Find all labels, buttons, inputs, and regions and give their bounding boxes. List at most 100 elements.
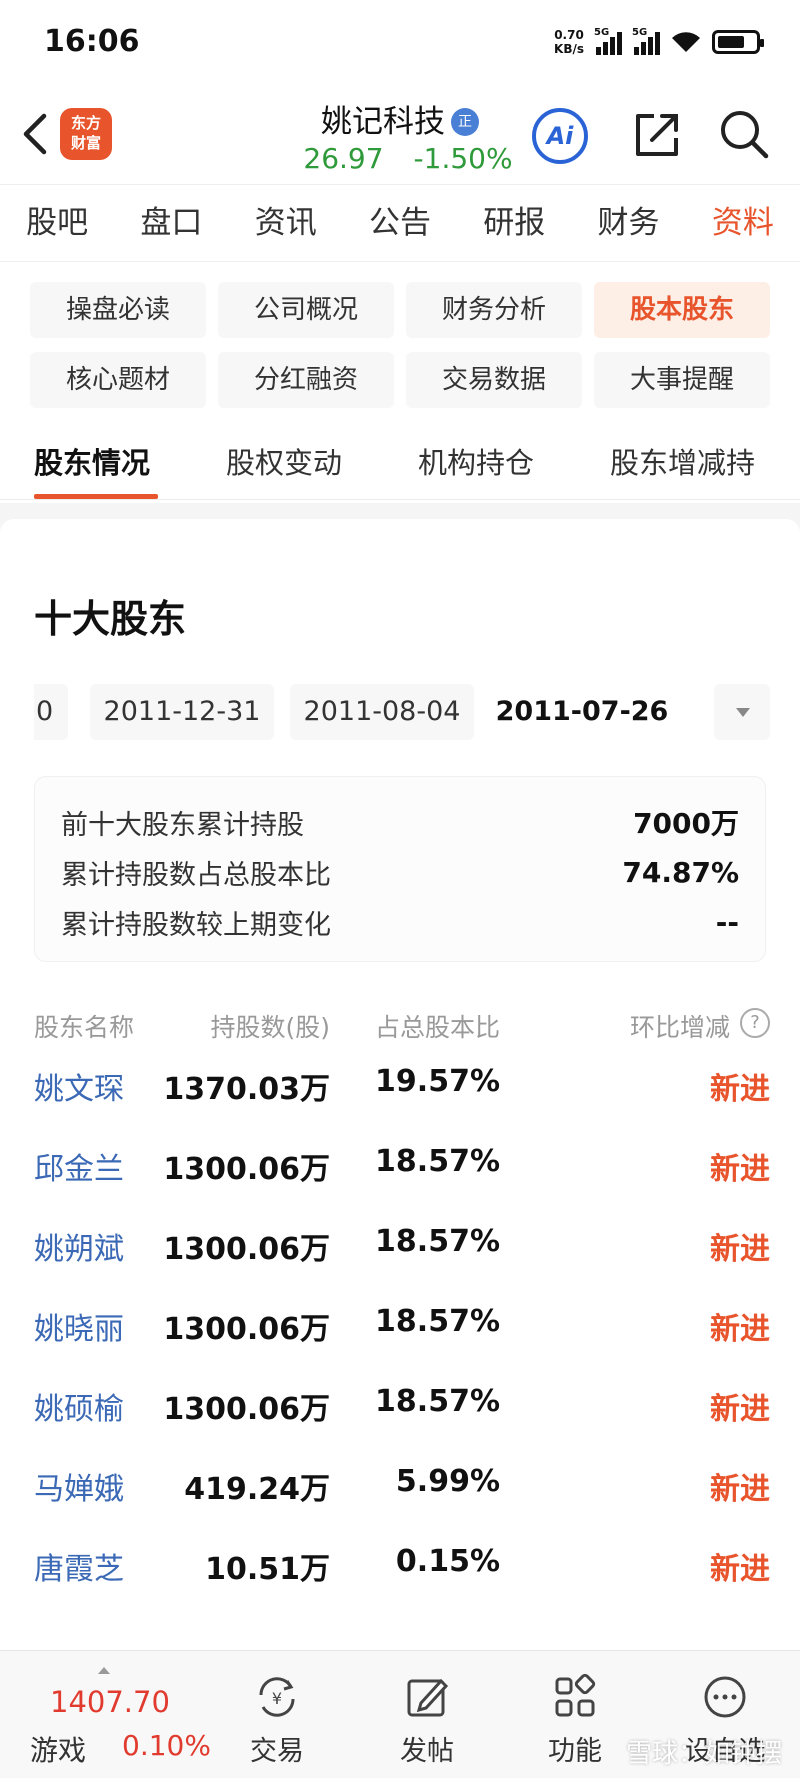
- summary-row: 累计持股数占总股本比 74.87%: [61, 855, 739, 891]
- tab-shareholders[interactable]: 股东情况: [34, 440, 150, 482]
- expand-caret-icon[interactable]: [98, 1667, 110, 1674]
- main-tabs: 股吧 盘口 资讯 公告 研报 财务 资料: [0, 184, 800, 262]
- stock-change: -1.50%: [413, 142, 513, 175]
- nav-post[interactable]: 发帖: [372, 1673, 482, 1773]
- change-status: 新进: [710, 1472, 770, 1507]
- col-change: 环比增减: [629, 1013, 730, 1042]
- stock-name: 姚记科技: [321, 104, 445, 140]
- date-chip[interactable]: 2011-12-31: [90, 684, 274, 740]
- date-chip-selected[interactable]: 2011-07-26: [490, 684, 674, 740]
- summary-card: 前十大股东累计持股 7000万 累计持股数占总股本比 74.87% 累计持股数较…: [34, 776, 766, 962]
- svg-text:¥: ¥: [272, 1689, 282, 1708]
- tab-main-6[interactable]: 资料: [686, 185, 800, 261]
- report-date-selector: 30 2011-12-31 2011-08-04 2011-07-26: [34, 684, 770, 740]
- table-row[interactable]: 姚朔斌 1300.06万 18.57% 新进: [34, 1224, 770, 1304]
- shares-count: 1300.06万: [163, 1152, 330, 1187]
- search-icon[interactable]: [716, 106, 772, 162]
- tab-main-4[interactable]: 研报: [457, 185, 571, 261]
- sub-menu-button[interactable]: 核心题材: [30, 352, 206, 408]
- nav-trade[interactable]: ¥ 交易: [222, 1673, 332, 1773]
- tab-institution-holdings[interactable]: 机构持仓: [418, 440, 534, 482]
- date-chip[interactable]: 2011-08-04: [290, 684, 474, 740]
- status-bar: 16:06 0.70 KB/s 5G 5G: [0, 0, 800, 84]
- sub-menu-button[interactable]: 财务分析: [406, 282, 582, 338]
- share-percent: 19.57%: [375, 1064, 500, 1099]
- col-shares: 持股数(股): [210, 1013, 330, 1042]
- battery-icon: [712, 30, 764, 54]
- status-icons: 0.70 KB/s 5G 5G: [554, 27, 764, 56]
- shareholder-name[interactable]: 姚文琛: [34, 1064, 124, 1108]
- shareholder-name[interactable]: 姚晓丽: [34, 1304, 124, 1348]
- change-status: 新进: [710, 1232, 770, 1267]
- trade-icon: ¥: [259, 1677, 295, 1717]
- shares-count: 1300.06万: [163, 1232, 330, 1267]
- tab-main-1[interactable]: 盘口: [114, 185, 228, 261]
- shareholder-name[interactable]: 姚朔斌: [34, 1224, 124, 1268]
- table-row[interactable]: 姚硕榆 1300.06万 18.57% 新进: [34, 1384, 770, 1464]
- divider: [0, 503, 800, 537]
- watermark: 雪球：如钟摆: [625, 1739, 782, 1769]
- tab-main-2[interactable]: 资讯: [229, 185, 343, 261]
- tab-holding-changes[interactable]: 股东增减持: [610, 440, 755, 482]
- shares-count: 1300.06万: [163, 1312, 330, 1347]
- stock-price: 26.97: [303, 142, 384, 175]
- shareholder-name[interactable]: 姚硕榆: [34, 1384, 124, 1428]
- share-percent: 18.57%: [375, 1304, 500, 1339]
- table-row[interactable]: 姚文琛 1370.03万 19.57% 新进: [34, 1064, 770, 1144]
- section-tabs: 股东情况 股权变动 机构持仓 股东增减持: [0, 430, 800, 500]
- tab-main-0[interactable]: 股吧: [0, 185, 114, 261]
- shares-count: 10.51万: [205, 1552, 330, 1587]
- sub-menu-button[interactable]: 公司概况: [218, 282, 394, 338]
- table-row[interactable]: 马婵娥 419.24万 5.99% 新进: [34, 1464, 770, 1544]
- col-name: 股东名称: [34, 1013, 135, 1042]
- shareholder-table: 姚文琛 1370.03万 19.57% 新进 邱金兰 1300.06万 18.57% 新进 姚朔…: [34, 1064, 770, 1624]
- help-icon[interactable]: ?: [740, 1008, 770, 1038]
- ai-button[interactable]: Ai: [532, 108, 588, 164]
- shareholder-name[interactable]: 马婵娥: [34, 1464, 124, 1508]
- post-icon: [407, 1678, 449, 1717]
- change-status: 新进: [710, 1392, 770, 1427]
- date-chip[interactable]: 30: [34, 684, 68, 740]
- wifi-icon: [672, 32, 700, 52]
- active-tab-indicator: [34, 494, 158, 499]
- tab-equity-change[interactable]: 股权变动: [226, 440, 342, 482]
- sub-menu-button[interactable]: 分红融资: [218, 352, 394, 408]
- apps-icon: [555, 1673, 596, 1717]
- bottom-bar: 1407.70 游戏 0.10% ¥ 交易 发帖 功能 设自选 雪球：如钟摆: [0, 1650, 800, 1778]
- shares-count: 1370.03万: [163, 1072, 330, 1107]
- signal-2-icon: 5G: [632, 27, 660, 55]
- shareholder-name[interactable]: 邱金兰: [34, 1144, 124, 1188]
- table-row[interactable]: 姚晓丽 1300.06万 18.57% 新进: [34, 1304, 770, 1384]
- share-percent: 0.15%: [395, 1544, 500, 1579]
- shareholder-name[interactable]: 唐霞芝: [34, 1544, 124, 1588]
- date-dropdown-icon[interactable]: [714, 684, 770, 740]
- sub-menu-button[interactable]: 股本股东: [594, 282, 770, 338]
- table-row[interactable]: 邱金兰 1300.06万 18.57% 新进: [34, 1144, 770, 1224]
- nav-functions[interactable]: 功能: [520, 1673, 630, 1773]
- sub-menu-button[interactable]: 交易数据: [406, 352, 582, 408]
- change-status: 新进: [710, 1312, 770, 1347]
- sector-index-label[interactable]: 游戏: [30, 1729, 86, 1769]
- shares-count: 1300.06万: [163, 1392, 330, 1427]
- col-pct: 占总股本比: [374, 1013, 500, 1042]
- sector-index-change[interactable]: 0.10%: [122, 1729, 211, 1762]
- change-status: 新进: [710, 1072, 770, 1107]
- summary-row: 累计持股数较上期变化 --: [61, 905, 739, 941]
- tab-main-5[interactable]: 财务: [571, 185, 685, 261]
- stock-header: 东方 财富 姚记科技正 26.97 -1.50% Ai: [0, 84, 800, 184]
- table-row[interactable]: 唐霞芝 10.51万 0.15% 新进: [34, 1544, 770, 1624]
- share-percent: 18.57%: [375, 1224, 500, 1259]
- shares-count: 419.24万: [184, 1472, 330, 1507]
- share-percent: 5.99%: [395, 1464, 500, 1499]
- share-icon[interactable]: [630, 106, 686, 162]
- change-status: 新进: [710, 1152, 770, 1187]
- network-speed: 0.70 KB/s: [554, 28, 584, 56]
- sub-menu-button[interactable]: 大事提醒: [594, 352, 770, 408]
- sub-menu-button[interactable]: 操盘必读: [30, 282, 206, 338]
- tab-main-3[interactable]: 公告: [343, 185, 457, 261]
- stock-badge: 正: [451, 108, 479, 136]
- change-status: 新进: [710, 1552, 770, 1587]
- sector-index-value[interactable]: 1407.70: [50, 1685, 170, 1719]
- share-percent: 18.57%: [375, 1384, 500, 1419]
- sub-menu-grid: 操盘必读 公司概况 财务分析 股本股东核心题材 分红融资 交易数据 大事提醒: [30, 282, 770, 408]
